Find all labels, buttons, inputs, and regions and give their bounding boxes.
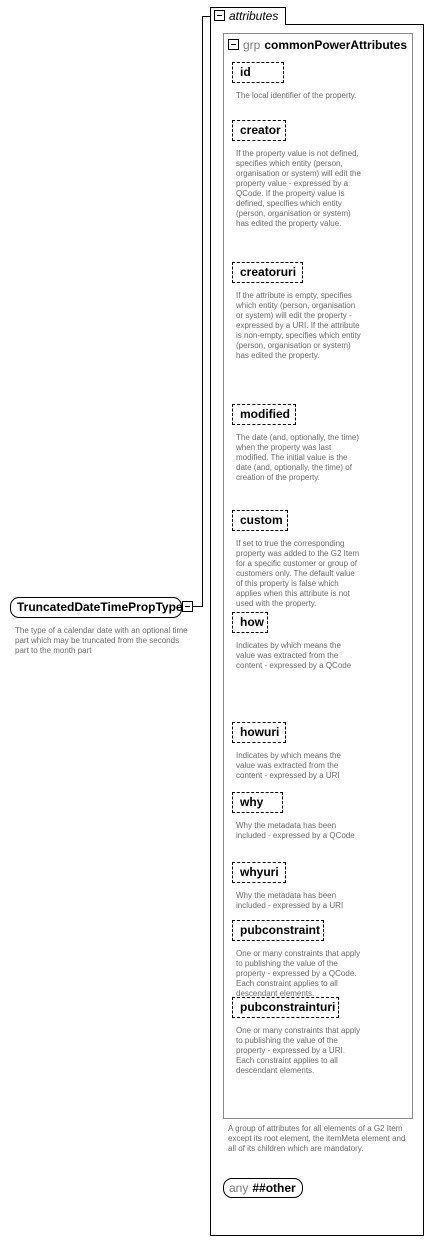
connector-root-horizontal <box>193 606 202 607</box>
attribute-name: pubconstraint <box>240 923 320 937</box>
attribute-how[interactable]: how <box>232 612 268 633</box>
attributes-label: attributes <box>229 9 279 23</box>
attribute-description: The date (and, optionally, the time) whe… <box>236 433 360 482</box>
attribute-creator[interactable]: creator <box>232 120 286 141</box>
connector-to-attributes <box>202 16 210 17</box>
attribute-name: how <box>240 615 264 629</box>
attribute-description: One or many constraints that apply to pu… <box>236 1026 361 1075</box>
attribute-name: id <box>240 65 251 79</box>
attribute-id[interactable]: id <box>232 62 284 83</box>
root-type-name: TruncatedDateTimePropType <box>17 600 183 614</box>
attribute-name: whyuri <box>240 865 279 879</box>
attribute-custom[interactable]: custom <box>232 510 288 531</box>
attribute-description: If set to true the corresponding propert… <box>236 539 360 608</box>
attribute-name: custom <box>240 513 283 527</box>
attribute-name: why <box>240 795 264 809</box>
attribute-description: Indicates by which means the value was e… <box>236 751 341 780</box>
minus-square-icon[interactable] <box>214 10 225 21</box>
attribute-description: The local identifier of the property. <box>236 91 357 100</box>
attribute-description: Indicates by which means the value was e… <box>236 641 352 670</box>
group-description: A group of attributes for all elements o… <box>228 1124 406 1153</box>
attribute-description: If the attribute is empty, specifies whi… <box>236 291 361 360</box>
group-name: commonPowerAttributes <box>264 38 408 52</box>
attribute-whyuri[interactable]: whyuri <box>232 862 286 883</box>
attribute-creatoruri[interactable]: creatoruri <box>232 262 303 283</box>
attribute-name: creator <box>240 123 281 137</box>
attribute-modified[interactable]: modified <box>232 404 296 425</box>
any-namespace: ##other <box>252 1181 296 1195</box>
attribute-description: Why the metadata has been included - exp… <box>236 821 355 840</box>
connector-vertical <box>202 16 203 607</box>
attribute-name: creatoruri <box>240 265 297 279</box>
group-kind: grp <box>243 38 261 52</box>
any-keyword: any <box>229 1181 249 1195</box>
group-header: grp commonPowerAttributes <box>229 37 407 53</box>
attribute-howuri[interactable]: howuri <box>232 722 286 743</box>
any-attribute[interactable]: any ##other <box>223 1178 303 1198</box>
root-type-box[interactable]: TruncatedDateTimePropType <box>10 597 183 618</box>
attribute-description: One or many constraints that apply to pu… <box>236 949 361 998</box>
attribute-description: If the property value is not defined, sp… <box>236 149 361 228</box>
attribute-why[interactable]: why <box>232 792 283 813</box>
attribute-name: pubconstrainturi <box>240 1000 336 1014</box>
attribute-pubconstraint[interactable]: pubconstraint <box>232 920 324 941</box>
attribute-pubconstrainturi[interactable]: pubconstrainturi <box>232 997 339 1018</box>
attribute-name: howuri <box>240 725 280 739</box>
root-type-description: The type of a calendar date with an opti… <box>15 626 188 655</box>
attribute-name: modified <box>240 407 290 421</box>
attribute-description: Why the metadata has been included - exp… <box>236 891 344 910</box>
minus-square-icon[interactable] <box>182 601 193 612</box>
